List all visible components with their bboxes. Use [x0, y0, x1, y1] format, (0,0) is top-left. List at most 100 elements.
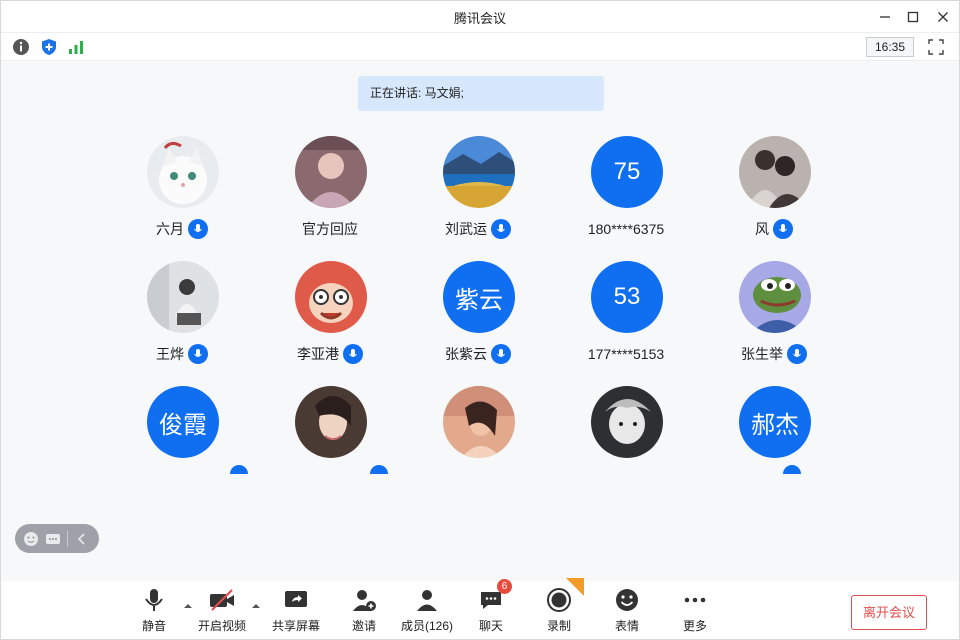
minimize-icon — [880, 16, 890, 18]
participant-tile[interactable]: 53 177****5153 — [552, 251, 700, 371]
participant-name: 张紫云 — [445, 346, 487, 362]
avatar — [739, 261, 811, 333]
participant-name: 六月 — [156, 221, 184, 237]
reactions-panel — [15, 524, 99, 553]
security-button[interactable] — [40, 38, 58, 56]
avatar: 郝杰 — [739, 386, 811, 458]
members-label: 成员(126) — [400, 619, 453, 633]
participant-tile[interactable]: 俊霞 — [108, 376, 256, 474]
chat-label: 聊天 — [478, 619, 503, 633]
person-avatar-icon — [295, 136, 367, 208]
emoji-button[interactable]: 表情 — [595, 587, 659, 635]
record-label: 录制 — [546, 619, 571, 633]
participant-tile[interactable]: 刘武运 — [404, 126, 552, 246]
participant-tile[interactable]: 75 180****6375 — [552, 126, 700, 246]
landscape-avatar-icon — [443, 136, 515, 208]
monkey-avatar-icon — [295, 261, 367, 333]
woman-sunset-avatar-icon — [443, 386, 515, 458]
participant-grid: 六月 官方回应 刘武运 75 180****6375 风 王烨 李亚港 紫云 张… — [1, 126, 959, 474]
chat-button[interactable]: 6 聊天 — [459, 579, 523, 635]
participant-tile[interactable] — [552, 376, 700, 474]
chevron-left-icon — [77, 532, 85, 545]
participant-name: 刘武运 — [445, 221, 487, 237]
info-icon — [13, 39, 29, 55]
reaction-button[interactable] — [23, 531, 39, 547]
mic-status-icon — [188, 344, 208, 364]
maximize-icon — [907, 11, 919, 23]
couple-avatar-icon — [739, 136, 811, 208]
avatar — [147, 261, 219, 333]
participant-tile[interactable]: 六月 — [108, 126, 256, 246]
network-button[interactable] — [67, 38, 85, 56]
woman-portrait-avatar-icon — [295, 386, 367, 458]
participant-name: 风 — [755, 221, 769, 237]
avatar — [295, 261, 367, 333]
avatar — [443, 136, 515, 208]
microphone-icon — [145, 589, 163, 611]
members-icon — [417, 590, 437, 611]
mute-label: 静音 — [141, 619, 166, 633]
person-room-avatar-icon — [147, 261, 219, 333]
share-screen-button[interactable]: 共享屏幕 — [264, 587, 328, 635]
participant-tile[interactable] — [256, 376, 404, 474]
new-tag-icon — [566, 578, 584, 596]
mic-status-icon — [188, 219, 208, 239]
close-button[interactable] — [932, 7, 954, 27]
mute-button[interactable]: 静音 — [122, 587, 186, 635]
participant-name: 张生举 — [741, 346, 783, 362]
avatar: 75 — [591, 136, 663, 208]
active-speaker-banner: 正在讲话: 马文娟; — [358, 76, 604, 111]
members-button[interactable]: 成员(126) — [395, 587, 459, 635]
video-off-icon — [210, 589, 234, 611]
video-button[interactable]: 开启视频 — [190, 587, 254, 635]
signal-icon — [69, 41, 83, 54]
fullscreen-icon — [928, 39, 944, 55]
participant-tile[interactable]: 李亚港 — [256, 251, 404, 371]
collapse-button[interactable] — [74, 531, 90, 547]
meeting-clock: 16:35 — [866, 37, 914, 57]
participant-tile[interactable] — [404, 376, 552, 474]
avatar — [591, 386, 663, 458]
close-icon — [938, 12, 948, 22]
fullscreen-button[interactable] — [927, 38, 945, 56]
video-options-caret-icon[interactable] — [251, 601, 261, 611]
participant-tile[interactable]: 风 — [700, 126, 848, 246]
minimize-button[interactable] — [874, 7, 896, 27]
mic-status-icon — [491, 219, 511, 239]
maximize-button[interactable] — [902, 7, 924, 27]
invite-button[interactable]: 邀请 — [332, 587, 396, 635]
record-button[interactable]: 录制 — [527, 578, 591, 635]
avatar — [443, 386, 515, 458]
participant-name: 180****6375 — [587, 221, 665, 237]
participant-tile[interactable]: 张生举 — [700, 251, 848, 371]
frog-avatar-icon — [739, 261, 811, 333]
avatar: 俊霞 — [147, 386, 219, 458]
avatar — [295, 136, 367, 208]
add-person-icon — [353, 590, 376, 611]
cat-avatar-icon — [147, 136, 219, 208]
share-screen-label: 共享屏幕 — [271, 619, 320, 633]
window-title: 腾讯会议 — [453, 11, 506, 26]
shield-icon — [42, 39, 56, 55]
participant-name: 177****5153 — [587, 346, 665, 362]
participant-tile[interactable]: 王烨 — [108, 251, 256, 371]
chat-bubble-button[interactable] — [45, 531, 61, 547]
avatar: 紫云 — [443, 261, 515, 333]
title-bar: 腾讯会议 — [1, 1, 959, 33]
participant-tile[interactable]: 紫云 张紫云 — [404, 251, 552, 371]
more-dots-icon — [684, 597, 706, 603]
participant-name: 李亚港 — [297, 346, 339, 362]
avatar — [295, 386, 367, 458]
participant-tile[interactable]: 郝杰 — [700, 376, 848, 474]
chat-unread-badge: 6 — [497, 579, 512, 594]
info-button[interactable] — [12, 38, 30, 56]
participant-tile[interactable]: 官方回应 — [256, 126, 404, 246]
share-screen-icon — [285, 591, 307, 607]
emoji-label: 表情 — [614, 619, 639, 633]
more-label: 更多 — [682, 619, 707, 633]
mic-status-icon — [787, 344, 807, 364]
more-button[interactable]: 更多 — [663, 587, 727, 635]
smiley-icon — [24, 531, 38, 546]
mic-status-icon — [773, 219, 793, 239]
leave-meeting-button[interactable]: 离开会议 — [851, 595, 927, 630]
